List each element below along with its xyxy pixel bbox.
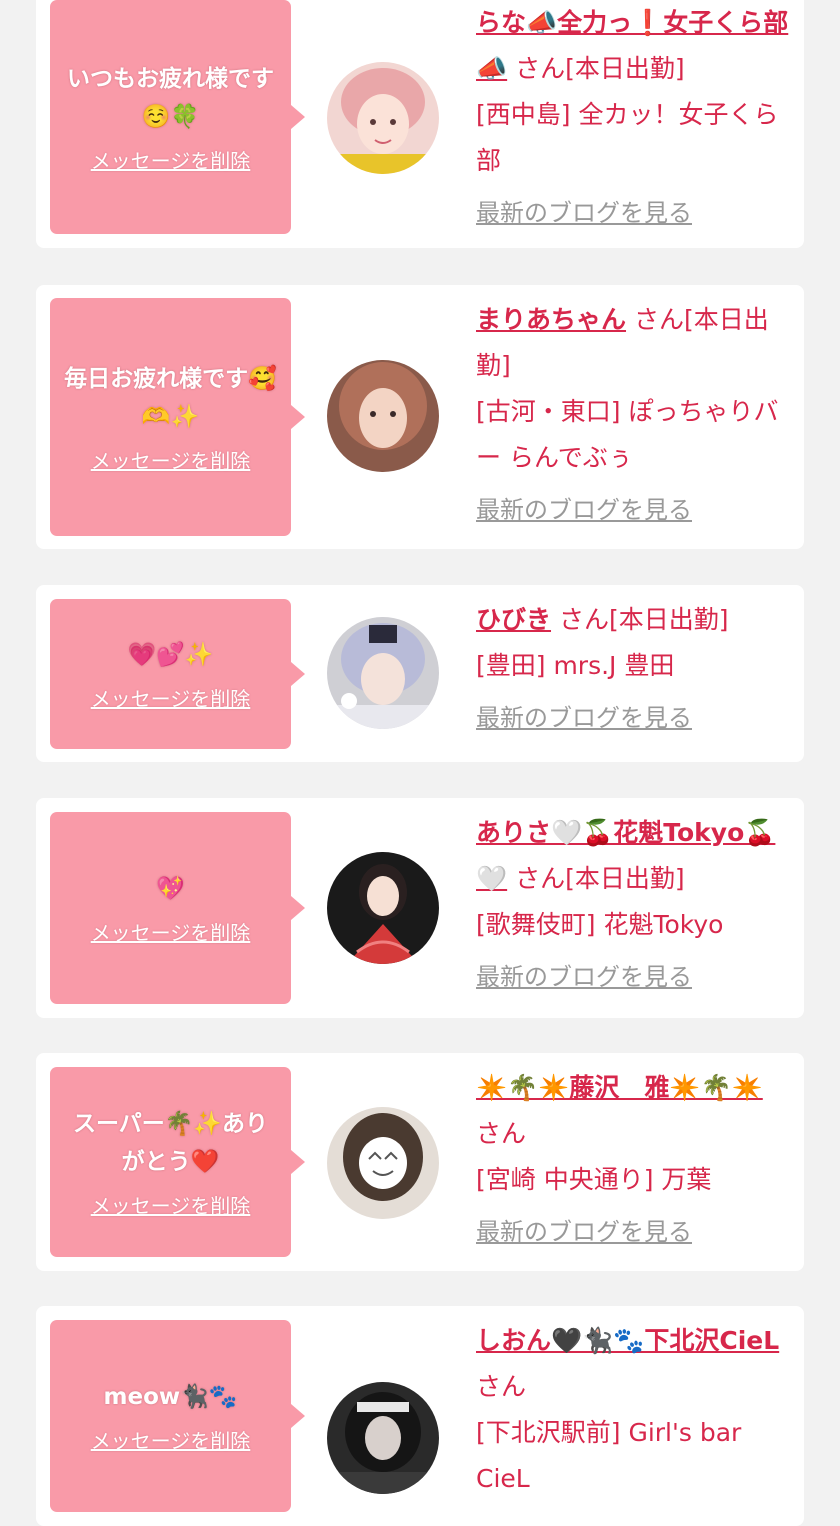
message-card: meow🐈‍⬛🐾 メッセージを削除 しおん🖤🐈‍⬛🐾下北沢CieL さん [下北… <box>36 1306 804 1526</box>
latest-blog-link[interactable]: 最新のブログを見る <box>476 960 794 994</box>
message-bubble: スーパー🌴✨ありがとう❤️ メッセージを削除 <box>50 1067 305 1257</box>
delete-message-link[interactable]: メッセージを削除 <box>91 1428 251 1454</box>
avatar[interactable] <box>327 1382 439 1494</box>
shop-name: [豊田] mrs.J 豊田 <box>476 651 675 680</box>
message-text: 毎日お疲れ様です🥰🫶✨ <box>64 366 277 430</box>
work-status: [本日出勤] <box>608 605 729 634</box>
delete-message-link[interactable]: メッセージを削除 <box>91 448 251 474</box>
cast-info: ありさ🤍🍒花魁Tokyo🍒🤍 さん[本日出勤] [歌舞伎町] 花魁Tokyo 最… <box>476 810 794 994</box>
shop-name: [歌舞伎町] 花魁Tokyo <box>476 910 724 939</box>
latest-blog-link[interactable]: 最新のブログを見る <box>476 701 794 735</box>
message-card: いつもお疲れ様です☺️🍀 メッセージを削除 らな📣全力っ❗女子くら部📣 さん[本… <box>36 0 804 248</box>
cast-info: らな📣全力っ❗女子くら部📣 さん[本日出勤] [西中島] 全カッ！女子くら部 最… <box>476 0 794 230</box>
cast-info: まりあちゃん さん[本日出勤] [古河・東口] ぽっちゃりバー らんでぶぅ 最新… <box>476 297 794 527</box>
avatar[interactable] <box>327 1107 439 1219</box>
message-card: スーパー🌴✨ありがとう❤️ メッセージを削除 ✴️🌴✴️藤沢 雅✴️🌴✴️ さん… <box>36 1053 804 1271</box>
delete-message-link[interactable]: メッセージを削除 <box>91 148 251 174</box>
message-card: 毎日お疲れ様です🥰🫶✨ メッセージを削除 まりあちゃん さん[本日出勤] [古河… <box>36 285 804 549</box>
delete-message-link[interactable]: メッセージを削除 <box>91 1193 251 1219</box>
honorific: さん <box>515 54 566 83</box>
work-status: [本日出勤] <box>565 864 685 893</box>
message-text: いつもお疲れ様です☺️🍀 <box>67 66 274 130</box>
latest-blog-link[interactable]: 最新のブログを見る <box>476 1215 794 1249</box>
cast-info: ✴️🌴✴️藤沢 雅✴️🌴✴️ さん [宮崎 中央通り] 万葉 最新のブログを見る <box>476 1065 794 1249</box>
message-text: meow🐈‍⬛🐾 <box>103 1384 238 1410</box>
shop-name: [下北沢駅前] Girl's bar CieL <box>476 1418 742 1493</box>
delete-message-link[interactable]: メッセージを削除 <box>91 920 251 946</box>
avatar[interactable] <box>327 617 439 729</box>
message-text: 💖 <box>156 876 185 902</box>
avatar[interactable] <box>327 62 439 174</box>
latest-blog-link[interactable]: 最新のブログを見る <box>476 196 794 230</box>
avatar[interactable] <box>327 852 439 964</box>
avatar[interactable] <box>327 360 439 472</box>
cast-name-link[interactable]: しおん🖤🐈‍⬛🐾下北沢CieL <box>476 1326 779 1355</box>
latest-blog-link[interactable]: 最新のブログを見る <box>476 493 794 527</box>
message-bubble: meow🐈‍⬛🐾 メッセージを削除 <box>50 1320 305 1512</box>
message-text: スーパー🌴✨ありがとう❤️ <box>72 1111 269 1175</box>
cast-info: しおん🖤🐈‍⬛🐾下北沢CieL さん [下北沢駅前] Girl's bar Ci… <box>476 1318 794 1514</box>
honorific: さん <box>515 864 566 893</box>
message-card: 💖 メッセージを削除 ありさ🤍🍒花魁Tokyo🍒🤍 さん[本日出勤] [歌舞伎町… <box>36 798 804 1018</box>
cast-name-link[interactable]: まりあちゃん <box>476 305 626 334</box>
cast-name-link[interactable]: ✴️🌴✴️藤沢 雅✴️🌴✴️ <box>476 1073 763 1102</box>
delete-message-link[interactable]: メッセージを削除 <box>91 686 251 712</box>
honorific: さん <box>476 1119 527 1148</box>
shop-name: [古河・東口] ぽっちゃりバー らんでぶぅ <box>476 397 779 472</box>
honorific: さん <box>558 605 609 634</box>
work-status: [本日出勤] <box>565 54 685 83</box>
honorific: さん <box>633 305 684 334</box>
honorific: さん <box>476 1372 527 1401</box>
message-card: 💗💕✨ メッセージを削除 ひびき さん[本日出勤] [豊田] mrs.J 豊田 … <box>36 585 804 762</box>
message-bubble: 毎日お疲れ様です🥰🫶✨ メッセージを削除 <box>50 298 305 536</box>
cast-info: ひびき さん[本日出勤] [豊田] mrs.J 豊田 最新のブログを見る <box>476 597 794 735</box>
message-bubble: いつもお疲れ様です☺️🍀 メッセージを削除 <box>50 0 305 234</box>
shop-name: [宮崎 中央通り] 万葉 <box>476 1165 712 1194</box>
cast-name-link[interactable]: ひびき <box>476 605 551 634</box>
message-bubble: 💗💕✨ メッセージを削除 <box>50 599 305 749</box>
shop-name: [西中島] 全カッ！女子くら部 <box>476 100 779 175</box>
message-text: 💗💕✨ <box>127 642 214 668</box>
message-bubble: 💖 メッセージを削除 <box>50 812 305 1004</box>
